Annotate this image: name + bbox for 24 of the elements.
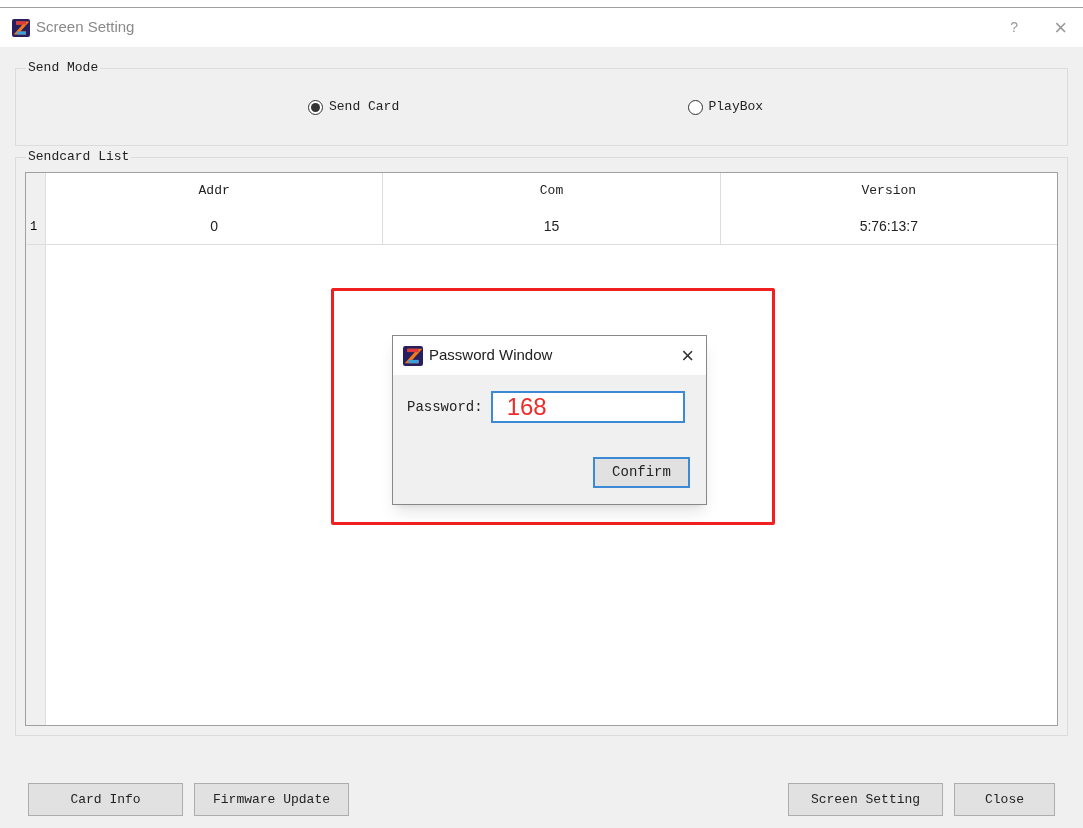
row-number: 1 <box>26 209 46 244</box>
action-button[interactable]: Card Info <box>28 783 183 816</box>
radio-option[interactable]: Send Card <box>308 97 400 117</box>
app-logo-icon <box>12 18 30 37</box>
radio-empty-icon[interactable] <box>687 99 703 115</box>
radio-option[interactable]: PlayBox <box>687 97 764 117</box>
table-cell-text: 5:76:13:7 <box>858 217 919 236</box>
close-button[interactable]: × <box>681 344 694 367</box>
confirm-button[interactable]: Confirm <box>593 457 690 488</box>
radio-selected-icon[interactable] <box>308 99 323 115</box>
column-header[interactable]: Version <box>720 173 1057 209</box>
app-logo-icon <box>403 345 423 366</box>
table-cell: 15 <box>383 209 721 244</box>
table-cell: 0 <box>46 209 384 244</box>
column-header[interactable]: Com <box>383 173 721 209</box>
action-button[interactable]: Screen Setting <box>788 783 943 816</box>
action-button[interactable]: Close <box>954 783 1055 816</box>
window-title: Screen Setting <box>36 17 135 38</box>
password-label: Password: <box>407 397 483 417</box>
column-header[interactable]: Addr <box>46 173 384 209</box>
dialog-title: Password Window <box>429 345 553 366</box>
action-button[interactable]: Firmware Update <box>194 783 349 816</box>
table-corner <box>26 173 46 209</box>
password-field[interactable]: 168 <box>490 391 685 423</box>
